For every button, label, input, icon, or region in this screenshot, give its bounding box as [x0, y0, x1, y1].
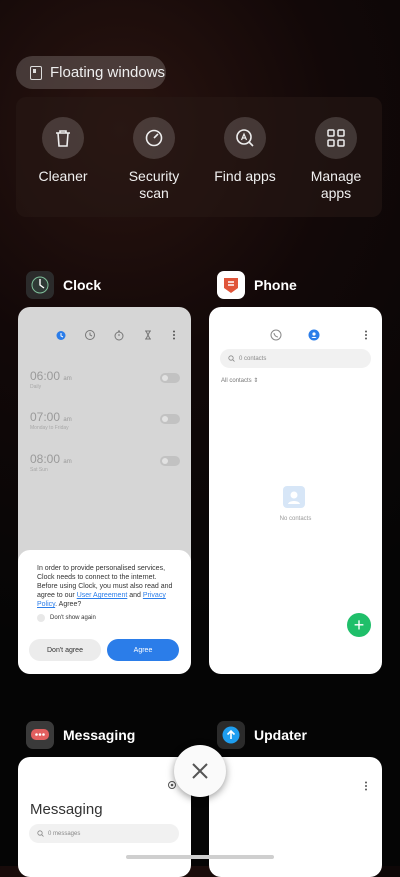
plus-icon: +	[353, 615, 365, 635]
quick-tools-panel: Cleaner Security scan Find apps Manage a…	[16, 97, 382, 217]
alarm-repeat: Monday to Friday	[30, 425, 69, 431]
alarm-toggle[interactable]	[160, 373, 180, 383]
clock-app-header[interactable]: Clock	[26, 271, 101, 299]
stopwatch-tab-icon[interactable]	[113, 329, 125, 341]
checkbox-circle	[37, 614, 45, 622]
tool-label: Manage	[310, 168, 362, 184]
alarm-row[interactable]: 08:00 am Sat Sun	[30, 452, 180, 473]
manage-apps-button[interactable]: Manage apps	[291, 117, 381, 202]
updater-app-name: Updater	[254, 727, 307, 743]
close-icon	[192, 763, 208, 779]
updater-app-card[interactable]	[209, 757, 382, 877]
alarm-repeat: Sat Sun	[30, 467, 48, 473]
messaging-app-card[interactable]: Messaging 0 messages	[18, 757, 191, 877]
messaging-app-header[interactable]: Messaging	[26, 721, 135, 749]
find-apps-icon	[224, 117, 266, 159]
alarm-toggle[interactable]	[160, 456, 180, 466]
alarm-time: 06:00	[30, 369, 61, 383]
user-agreement-link[interactable]: User Agreement	[77, 592, 128, 599]
alarm-row[interactable]: 07:00 am Monday to Friday	[30, 410, 180, 431]
trash-icon	[42, 117, 84, 159]
alarm-toggle[interactable]	[160, 414, 180, 424]
add-contact-button[interactable]: +	[347, 613, 371, 637]
phone-app-header[interactable]: Phone	[217, 271, 297, 299]
security-scan-button[interactable]: Security scan	[109, 117, 199, 202]
tool-label-2: scan	[139, 185, 169, 201]
dialog-message: In order to provide personalised service…	[37, 565, 173, 608]
floating-windows-label: Floating windows	[50, 64, 166, 81]
phone-app-name: Phone	[254, 277, 297, 293]
empty-contacts-icon	[283, 486, 305, 508]
search-icon	[37, 830, 44, 837]
updater-app-header[interactable]: Updater	[217, 721, 307, 749]
search-placeholder: 0 contacts	[239, 355, 267, 362]
chevron-updown-icon: ⇕	[253, 378, 259, 384]
tool-label: Security	[128, 168, 180, 184]
search-placeholder: 0 messages	[48, 830, 81, 837]
updater-app-icon	[217, 721, 245, 749]
home-indicator[interactable]	[126, 855, 274, 859]
contacts-search-input[interactable]: 0 contacts	[220, 349, 371, 368]
alarm-ampm: am	[63, 459, 72, 465]
alarm-ampm: am	[63, 417, 72, 423]
world-clock-tab-icon[interactable]	[84, 329, 96, 341]
floating-windows-button[interactable]: Floating windows	[16, 56, 166, 89]
alarm-ampm: am	[63, 376, 72, 382]
phone-app-card[interactable]: 0 contacts All contacts ⇕ No contacts +	[209, 307, 382, 674]
alarm-repeat: Daily	[30, 384, 42, 390]
checkbox-label: Don't show again	[50, 615, 96, 621]
clock-app-name: Clock	[63, 277, 102, 293]
alarm-time: 07:00	[30, 410, 61, 424]
internet-permission-dialog: In order to provide personalised service…	[18, 550, 191, 674]
grid-icon	[315, 117, 357, 159]
search-icon	[228, 355, 235, 362]
timer-tab-icon[interactable]	[142, 329, 154, 341]
more-options-icon[interactable]	[168, 329, 180, 341]
no-contacts-text: No contacts	[279, 516, 312, 522]
agree-button[interactable]: Agree	[107, 639, 179, 661]
messaging-title: Messaging	[30, 801, 103, 818]
messaging-app-name: Messaging	[63, 727, 136, 743]
find-apps-button[interactable]: Find apps	[200, 117, 290, 185]
floating-window-icon	[30, 65, 42, 80]
tool-label-2: apps	[320, 185, 352, 201]
clock-app-icon	[26, 271, 54, 299]
contacts-filter[interactable]: All contacts ⇕	[221, 377, 258, 384]
close-all-button[interactable]	[174, 745, 226, 797]
clock-app-card[interactable]: 06:00 am Daily 07:00 am Monday to Friday…	[18, 307, 191, 674]
alarm-row[interactable]: 06:00 am Daily	[30, 369, 180, 390]
contacts-tab-icon[interactable]	[308, 329, 320, 341]
cleaner-button[interactable]: Cleaner	[18, 117, 108, 185]
call-log-tab-icon[interactable]	[270, 329, 282, 341]
dont-show-again-checkbox[interactable]: Don't show again	[37, 614, 96, 622]
alarm-time: 08:00	[30, 452, 61, 466]
alarm-tab-icon[interactable]	[55, 329, 67, 341]
more-options-icon[interactable]	[360, 780, 372, 792]
security-icon	[133, 117, 175, 159]
messaging-app-icon	[26, 721, 54, 749]
tool-label: Find apps	[214, 168, 276, 184]
more-options-icon[interactable]	[360, 329, 372, 341]
dont-agree-button[interactable]: Don't agree	[29, 639, 101, 661]
tool-label: Cleaner	[38, 168, 88, 184]
phone-app-icon	[217, 271, 245, 299]
messages-search-input[interactable]: 0 messages	[29, 824, 179, 843]
